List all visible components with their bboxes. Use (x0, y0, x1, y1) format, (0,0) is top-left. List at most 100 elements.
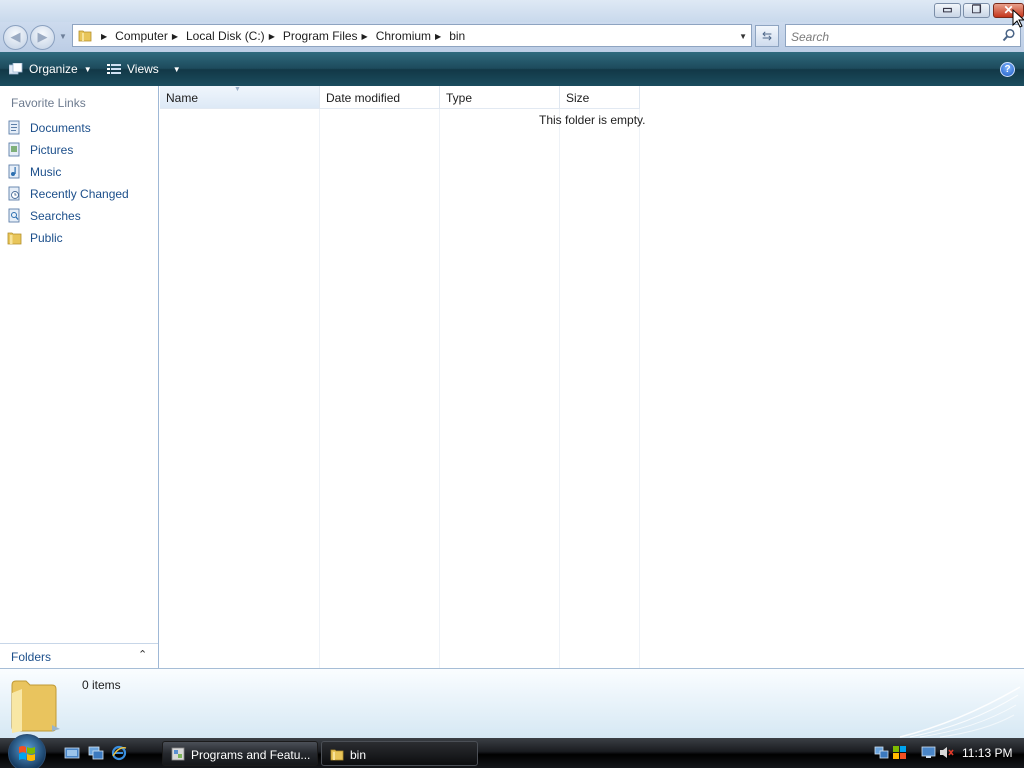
sidebar-item-music[interactable]: Music (6, 161, 154, 181)
column-divider (559, 109, 560, 668)
folder-icon (11, 680, 60, 733)
views-label: Views (127, 62, 159, 76)
back-arrow-icon: ◀ (10, 29, 21, 44)
sidebar-item-label: Searches (30, 209, 81, 223)
column-header-name[interactable]: Name ▼ (160, 86, 320, 109)
folder-icon (330, 749, 344, 761)
column-header-date-modified[interactable]: Date modified (320, 86, 440, 109)
sort-indicator-icon: ▼ (234, 86, 241, 93)
breadcrumb-local-disk[interactable]: Local Disk (C:) (186, 29, 265, 43)
sidebar-item-label: Pictures (30, 143, 74, 157)
folders-toggle[interactable]: Folders ⌃ (0, 643, 158, 668)
sidebar-item-public[interactable]: Public (6, 227, 154, 247)
breadcrumb-program-files[interactable]: Program Files (283, 29, 358, 43)
column-header-label: Date modified (326, 91, 401, 105)
programs-and-features-icon (171, 747, 185, 761)
breadcrumb-separator-icon[interactable]: ▶ (101, 32, 107, 41)
breadcrumb-separator-icon[interactable]: ▶ (435, 32, 441, 41)
column-divider (319, 109, 320, 668)
column-header-label: Name (166, 91, 199, 105)
start-button[interactable] (8, 734, 46, 768)
taskbar-item-label: bin (350, 748, 367, 762)
recently-changed-icon (8, 186, 20, 201)
breadcrumb-separator-icon[interactable]: ▶ (362, 32, 368, 41)
display-icon[interactable] (921, 745, 936, 760)
column-header-label: Type (446, 91, 473, 105)
documents-icon (8, 120, 20, 135)
item-count: 0 items (82, 678, 121, 692)
column-divider (639, 109, 640, 668)
show-desktop-icon[interactable] (64, 745, 80, 761)
help-button[interactable]: ? (1000, 62, 1015, 77)
sidebar-item-searches[interactable]: Searches (6, 205, 154, 225)
searches-icon (8, 208, 20, 223)
restore-button[interactable]: ❐ (963, 3, 990, 18)
refresh-button[interactable]: ⇆ (755, 25, 779, 47)
search-input[interactable]: Search (785, 24, 1021, 47)
minimize-icon: ▭ (942, 4, 953, 16)
favorite-links-heading: Favorite Links (11, 96, 86, 110)
network-icon[interactable] (874, 745, 889, 760)
folder-icon (78, 30, 92, 42)
address-dropdown-icon[interactable]: ▼ (739, 32, 747, 41)
refresh-icon: ⇆ (761, 29, 773, 43)
breadcrumb-chromium[interactable]: Chromium (376, 29, 431, 43)
views-icon (107, 64, 121, 74)
clock[interactable]: 11:13 PM (962, 746, 1012, 760)
internet-explorer-icon[interactable] (111, 745, 127, 761)
organize-label: Organize (29, 62, 78, 76)
breadcrumb-separator-icon[interactable]: ▶ (172, 32, 178, 41)
switch-windows-icon[interactable] (88, 745, 104, 761)
forward-button[interactable]: ▶ (30, 25, 55, 50)
decorative-swoosh (899, 686, 1021, 738)
folders-label: Folders (11, 650, 52, 664)
views-button[interactable]: Views ▼ (107, 62, 181, 76)
organize-button[interactable]: Organize ▼ (9, 62, 92, 76)
search-icon[interactable] (1002, 28, 1016, 42)
breadcrumb-computer[interactable]: Computer (115, 29, 168, 43)
navigation-pane: Favorite Links Documents Pictures Music … (0, 86, 159, 668)
pictures-icon (8, 142, 20, 157)
sidebar-item-label: Recently Changed (30, 187, 129, 201)
volume-muted-icon[interactable] (939, 745, 954, 760)
column-header-size[interactable]: Size (560, 86, 640, 109)
column-divider (439, 109, 440, 668)
navigation-bar: ◀ ▶ ▼ ▶ Computer ▶ Local Disk (C:) ▶ Program … (0, 22, 1024, 52)
title-bar: ▭ ❐ ✕ (0, 0, 1024, 22)
sidebar-item-label: Documents (30, 121, 91, 135)
music-icon (8, 164, 20, 179)
sidebar-item-pictures[interactable]: Pictures (6, 139, 154, 159)
sidebar-item-documents[interactable]: Documents (6, 117, 154, 137)
forward-arrow-icon: ▶ (37, 29, 48, 44)
organize-icon (9, 63, 23, 75)
taskbar-item-label: Programs and Featu... (191, 748, 311, 762)
sidebar-item-label: Public (30, 231, 63, 245)
command-bar: Organize ▼ Views ▼ ? (0, 52, 1024, 86)
chevron-down-icon: ▼ (172, 65, 181, 74)
public-folder-icon (7, 232, 22, 245)
column-header-label: Size (566, 91, 590, 105)
file-list: Name ▼ Date modified Type Size This fold… (160, 86, 1024, 668)
empty-folder-message: This folder is empty. (539, 113, 646, 127)
breadcrumb-bin[interactable]: bin (449, 29, 465, 43)
windows-logo-icon (19, 746, 35, 761)
search-placeholder: Search (791, 30, 830, 44)
taskbar: Programs and Featu... bin 11:13 PM (0, 734, 1024, 768)
breadcrumb-separator-icon[interactable]: ▶ (269, 32, 275, 41)
mouse-cursor-icon (1012, 9, 1024, 28)
restore-icon: ❐ (971, 4, 982, 16)
recent-pages-dropdown-icon[interactable]: ▼ (59, 32, 67, 41)
taskbar-item-programs-and-features[interactable]: Programs and Featu... (162, 741, 318, 766)
details-pane: 0 items (0, 668, 1024, 738)
sidebar-item-recently-changed[interactable]: Recently Changed (6, 183, 154, 203)
windows-update-icon[interactable] (892, 745, 907, 760)
sidebar-item-label: Music (30, 165, 62, 179)
address-bar[interactable]: ▶ Computer ▶ Local Disk (C:) ▶ Program Files ▶… (72, 24, 752, 47)
breadcrumb: ▶ Computer ▶ Local Disk (C:) ▶ Program Files ▶… (97, 29, 465, 43)
back-button[interactable]: ◀ (3, 25, 28, 50)
chevron-down-icon: ▼ (83, 65, 92, 74)
chevron-up-icon: ⌃ (138, 649, 148, 661)
column-header-type[interactable]: Type (440, 86, 560, 109)
minimize-button[interactable]: ▭ (934, 3, 961, 18)
taskbar-item-bin[interactable]: bin (321, 741, 478, 766)
